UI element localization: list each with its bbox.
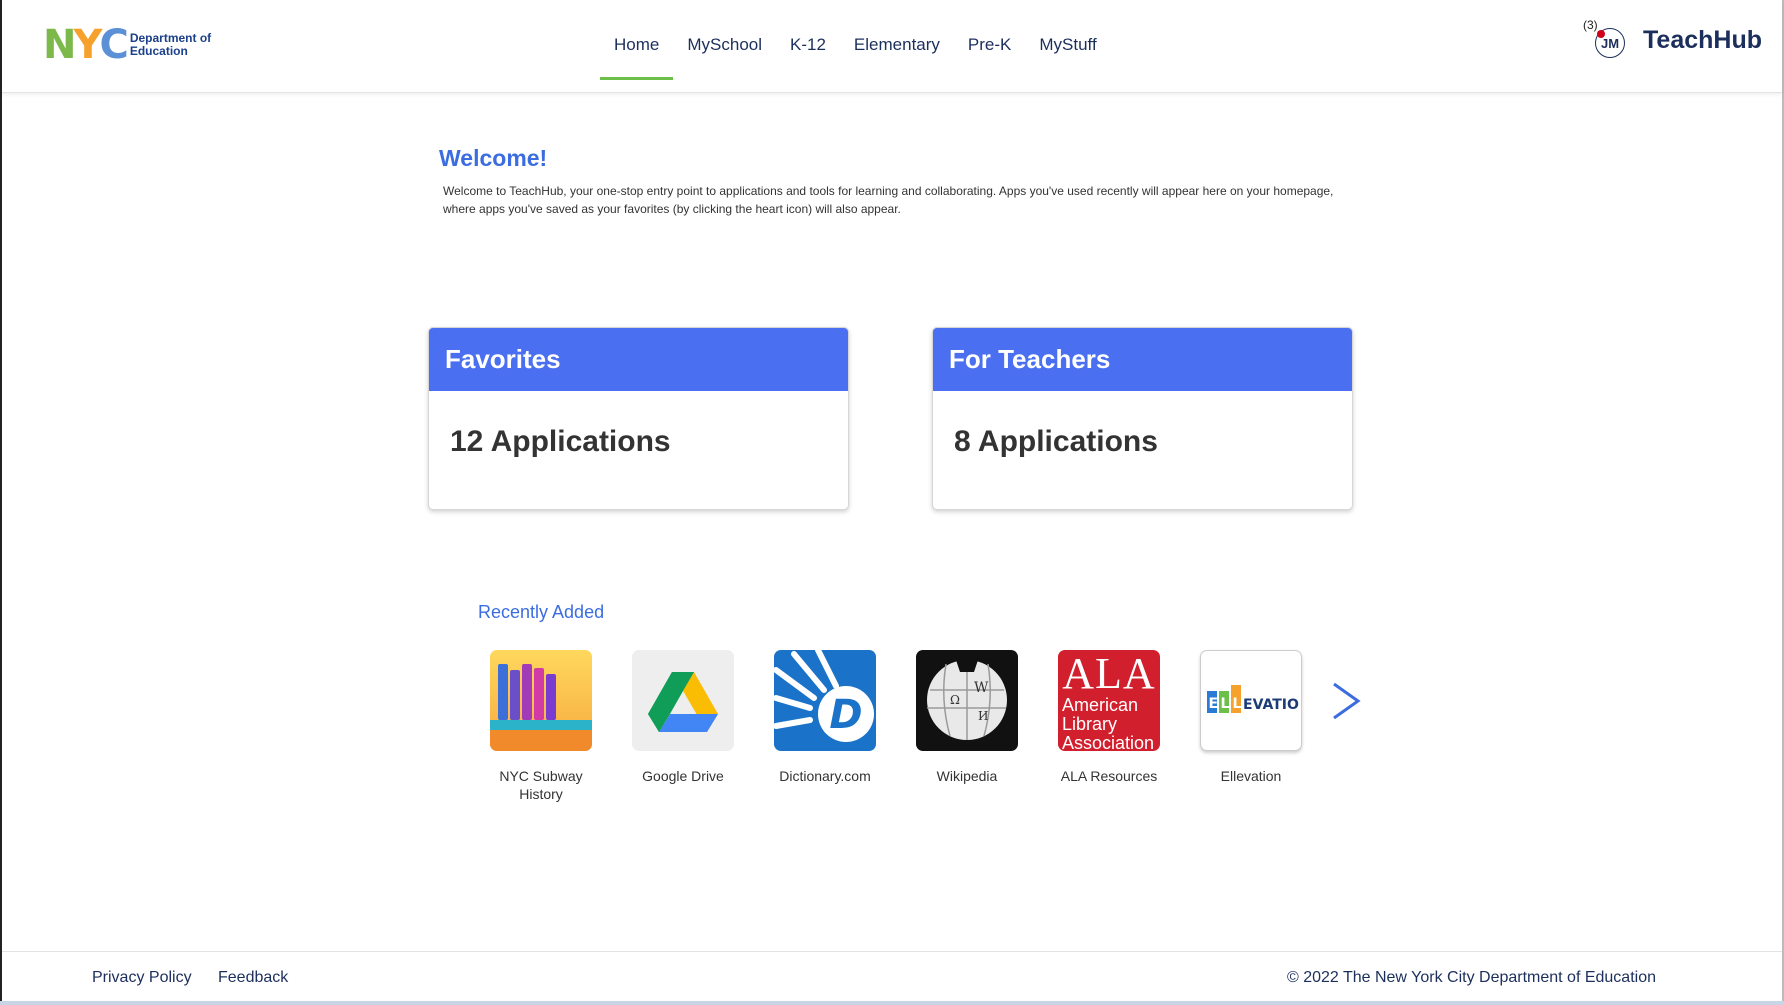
library-books-icon xyxy=(490,650,592,751)
nav-k12-label: K-12 xyxy=(790,34,826,54)
svg-text:EVATION: EVATION xyxy=(1243,697,1299,713)
wikipedia-globe-icon: Ω W И xyxy=(916,650,1018,751)
ala-icon: ALA American Library Association xyxy=(1058,650,1160,751)
app-ala-resources[interactable]: ALA American Library Association ALA Res… xyxy=(1038,650,1180,803)
ala-tile-line-3: Association xyxy=(1062,733,1155,752)
svg-text:Ω: Ω xyxy=(950,693,960,707)
welcome-text: Welcome to TeachHub, your one-stop entry… xyxy=(443,184,1334,216)
app-ellevation[interactable]: E L L EVATION Ellevation xyxy=(1180,650,1322,803)
bottom-strip xyxy=(0,1001,1784,1005)
app-label: NYC Subway History xyxy=(499,768,583,802)
google-drive-icon xyxy=(632,650,734,751)
notification-dot-icon xyxy=(1597,30,1605,38)
logo-letter-c: C xyxy=(99,22,128,68)
favorites-card-title: Favorites xyxy=(429,328,848,391)
app-dictionary[interactable]: D Dictionary.com xyxy=(754,650,896,803)
favorites-card[interactable]: Favorites 12 Applications xyxy=(428,327,849,510)
nav-mystuff[interactable]: MyStuff xyxy=(1025,0,1110,93)
notification-count[interactable]: (3) xyxy=(1583,18,1598,32)
app-label: Dictionary.com xyxy=(779,768,871,784)
welcome-title: Welcome! xyxy=(439,145,548,171)
app-wikipedia[interactable]: Ω W И Wikipedia xyxy=(896,650,1038,803)
logo-text: Department of Education xyxy=(130,32,211,58)
for-teachers-card-count: 8 Applications xyxy=(954,425,1158,458)
app-label: Wikipedia xyxy=(936,768,998,784)
app-google-drive[interactable]: Google Drive xyxy=(612,650,754,803)
app-label: ALA Resources xyxy=(1060,768,1158,784)
nav-myschool-label: MySchool xyxy=(687,34,762,54)
logo-letter-y: Y xyxy=(73,22,102,68)
nav-myschool[interactable]: MySchool xyxy=(673,0,776,93)
nyc-logo-mark: N Y C xyxy=(43,22,129,68)
ala-tile-line-2: Library xyxy=(1062,714,1118,734)
nav-prek[interactable]: Pre-K xyxy=(954,0,1025,93)
nav-elementary-label: Elementary xyxy=(853,34,940,54)
svg-text:L: L xyxy=(1221,696,1230,712)
nav-elementary[interactable]: Elementary xyxy=(840,0,954,93)
app-label: Google Drive xyxy=(642,768,724,784)
svg-text:D: D xyxy=(829,692,862,738)
user-area: (3) JM TeachHub xyxy=(1583,18,1762,58)
for-teachers-card-title: For Teachers xyxy=(933,328,1352,391)
recent-apps-list: NYC Subway History Google Drive D Dictio… xyxy=(470,650,1322,803)
logo-line-2: Education xyxy=(129,44,188,58)
brand-title[interactable]: TeachHub xyxy=(1643,26,1762,55)
nav-home[interactable]: Home xyxy=(600,0,674,93)
svg-text:L: L xyxy=(1233,696,1242,712)
svg-text:W: W xyxy=(974,680,989,696)
favorites-card-count: 12 Applications xyxy=(450,425,671,458)
svg-text:И: И xyxy=(978,709,988,723)
app-label: Ellevation xyxy=(1220,768,1282,784)
ellevation-icon: E L L EVATION xyxy=(1200,650,1302,751)
recently-added-title: Recently Added xyxy=(478,602,605,622)
copyright-text: © 2022 The New York City Department of E… xyxy=(1286,969,1656,986)
browser-frame xyxy=(0,0,1784,1005)
nav-home-label: Home xyxy=(614,34,660,54)
logo-letter-n: N xyxy=(43,22,77,68)
privacy-policy-link[interactable]: Privacy Policy xyxy=(92,969,192,987)
dictionary-icon: D xyxy=(774,650,876,751)
main-nav: Home MySchool K-12 Elementary Pre-K MySt… xyxy=(600,0,1111,93)
nav-k12[interactable]: K-12 xyxy=(776,0,840,93)
nyc-doe-logo[interactable]: N Y C Department of Education xyxy=(43,22,211,68)
chevron-right-icon[interactable] xyxy=(1328,680,1364,722)
ellevation-wordmark-icon: E L L EVATION xyxy=(1207,684,1299,713)
for-teachers-card[interactable]: For Teachers 8 Applications xyxy=(932,327,1353,510)
app-nyc-subway-history[interactable]: NYC Subway History xyxy=(470,650,612,803)
ala-tile-line-1: American xyxy=(1062,695,1139,715)
feedback-link[interactable]: Feedback xyxy=(218,969,288,987)
nav-prek-label: Pre-K xyxy=(967,34,1012,54)
svg-text:E: E xyxy=(1209,696,1219,712)
nav-mystuff-label: MyStuff xyxy=(1039,34,1097,54)
top-header: N Y C Department of Education Home MySch… xyxy=(2,0,1782,93)
ala-tile-heading: ALA xyxy=(1062,650,1156,698)
page-footer: Privacy Policy Feedback © 2022 The New Y… xyxy=(2,951,1782,1001)
